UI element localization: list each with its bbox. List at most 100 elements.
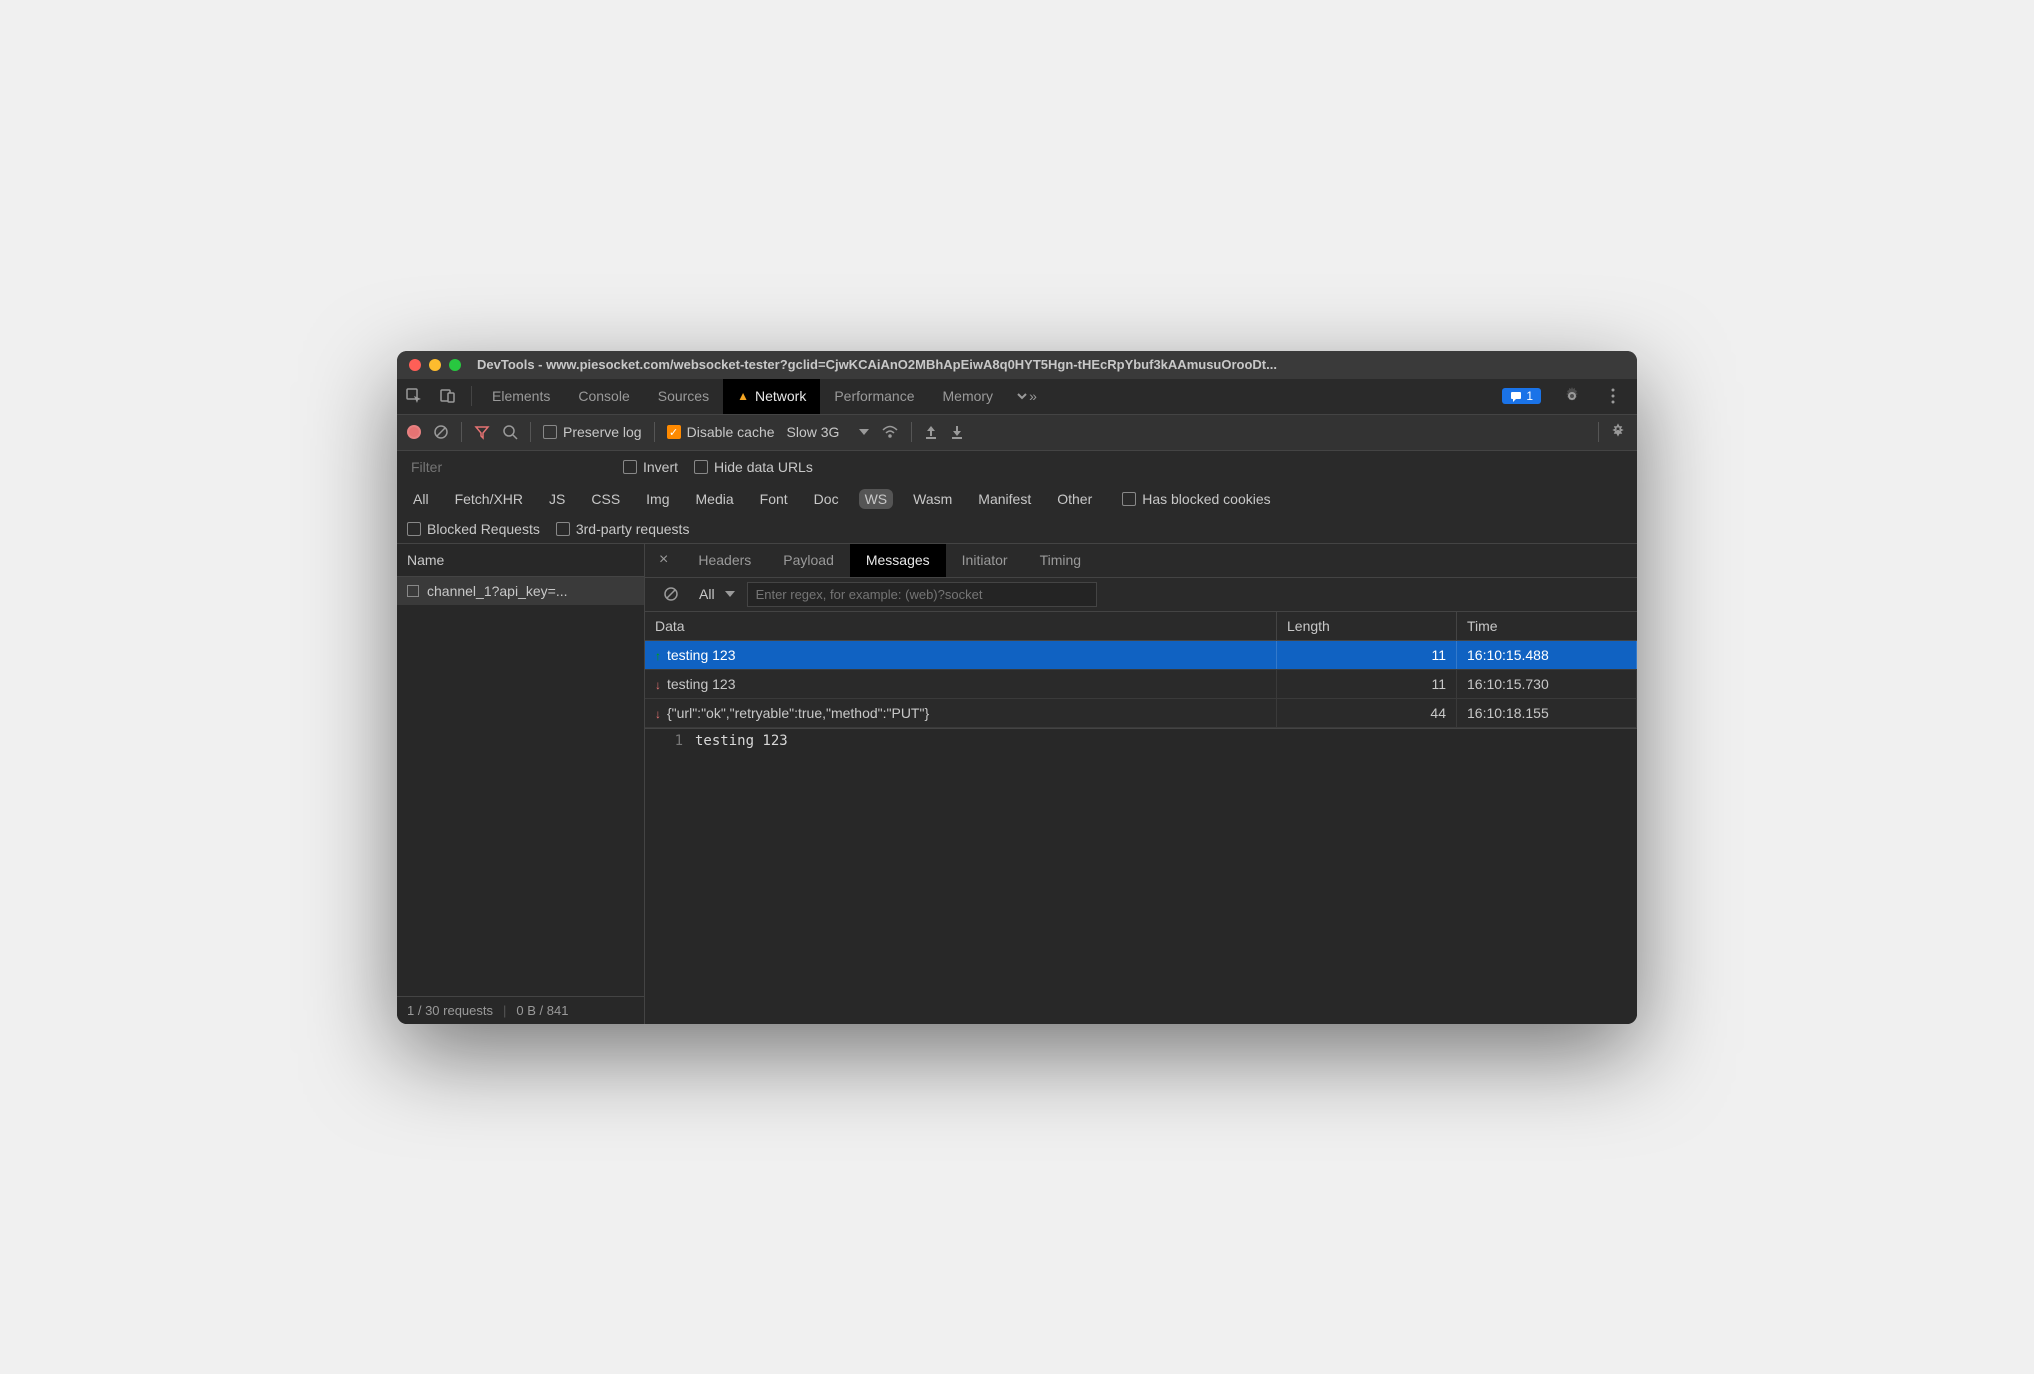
traffic-lights (409, 359, 461, 371)
message-time: 16:10:15.730 (1457, 670, 1637, 698)
wifi-icon[interactable] (881, 415, 899, 450)
request-item[interactable]: channel_1?api_key=... (397, 577, 644, 605)
message-data: {"url":"ok","retryable":true,"method":"P… (667, 705, 929, 721)
message-row[interactable]: ↓ testing 123 1116:10:15.730 (645, 670, 1637, 699)
type-filter-all[interactable]: All (407, 489, 435, 509)
type-filter-img[interactable]: Img (640, 489, 675, 509)
throttling-dropdown[interactable]: Slow 3G (787, 424, 870, 440)
tab-network[interactable]: ▲Network (723, 379, 820, 414)
message-row[interactable]: ↑testing 1231116:10:15.488 (645, 641, 1637, 670)
hide-data-urls-label: Hide data URLs (714, 459, 813, 475)
column-time[interactable]: Time (1457, 612, 1637, 640)
minimize-window-button[interactable] (429, 359, 441, 371)
issues-badge[interactable]: 1 (1502, 388, 1541, 404)
detail-panel: × HeadersPayloadMessagesInitiatorTiming … (645, 544, 1637, 1024)
type-filter-css[interactable]: CSS (585, 489, 626, 509)
message-filter-label: All (699, 586, 715, 602)
transfer-size: 0 B / 841 (516, 1003, 568, 1018)
detail-tab-initiator[interactable]: Initiator (946, 544, 1024, 577)
third-party-requests-checkbox[interactable]: 3rd-party requests (556, 521, 690, 537)
main-tabs-left: ElementsConsoleSources▲NetworkPerformanc… (397, 379, 1045, 414)
preserve-log-checkbox[interactable]: Preserve log (543, 424, 642, 440)
separator (911, 422, 912, 442)
filter-bar: Invert Hide data URLs All Fetch/XHR JS CSS I… (397, 451, 1637, 544)
message-length: 11 (1277, 641, 1457, 669)
tab-elements[interactable]: Elements (478, 379, 564, 414)
more-tabs-icon[interactable]: » (1007, 379, 1045, 414)
maximize-window-button[interactable] (449, 359, 461, 371)
invert-checkbox[interactable]: Invert (623, 459, 678, 475)
clear-log-icon[interactable] (433, 415, 449, 450)
third-party-label: 3rd-party requests (576, 521, 690, 537)
network-settings-gear-icon[interactable] (1609, 423, 1627, 441)
regex-filter-input[interactable] (747, 582, 1097, 607)
disable-cache-checkbox[interactable]: ✓Disable cache (667, 424, 775, 440)
clear-messages-icon[interactable] (655, 578, 687, 611)
type-filter-other[interactable]: Other (1051, 489, 1098, 509)
type-filter-media[interactable]: Media (690, 489, 740, 509)
has-blocked-cookies-checkbox[interactable]: Has blocked cookies (1122, 491, 1270, 507)
type-filter-ws[interactable]: WS (859, 489, 894, 509)
main-tabs: ElementsConsoleSources▲NetworkPerformanc… (397, 379, 1637, 415)
detail-tabs: × HeadersPayloadMessagesInitiatorTiming (645, 544, 1637, 578)
messages-table-header: Data Length Time (645, 612, 1637, 641)
requests-sidebar: Name channel_1?api_key=... 1 / 30 reques… (397, 544, 645, 1024)
type-filter-font[interactable]: Font (754, 489, 794, 509)
upload-har-icon[interactable] (924, 415, 938, 450)
devtools-window: DevTools - www.piesocket.com/websocket-t… (397, 351, 1637, 1024)
chevron-down-icon (859, 429, 869, 435)
tab-sources[interactable]: Sources (644, 379, 723, 414)
tab-performance[interactable]: Performance (820, 379, 928, 414)
detail-tab-timing[interactable]: Timing (1024, 544, 1098, 577)
kebab-menu-icon[interactable] (1603, 388, 1623, 404)
warning-icon: ▲ (737, 389, 749, 403)
preserve-log-label: Preserve log (563, 424, 642, 440)
filter-input[interactable] (407, 457, 607, 477)
type-filter-js[interactable]: JS (543, 489, 571, 509)
separator (471, 386, 472, 406)
direction-down-icon: ↓ (655, 678, 661, 692)
separator (654, 422, 655, 442)
close-window-button[interactable] (409, 359, 421, 371)
message-length: 11 (1277, 670, 1457, 698)
invert-label: Invert (643, 459, 678, 475)
messages-table: Data Length Time ↑testing 1231116:10:15.… (645, 612, 1637, 729)
hide-data-urls-checkbox[interactable]: Hide data URLs (694, 459, 813, 475)
type-filter-fetch-xhr[interactable]: Fetch/XHR (449, 489, 529, 509)
column-data[interactable]: Data (645, 612, 1277, 640)
blocked-requests-label: Blocked Requests (427, 521, 540, 537)
messages-rows: ↑testing 1231116:10:15.488 ↓ testing 123 11… (645, 641, 1637, 728)
type-filter-manifest[interactable]: Manifest (972, 489, 1037, 509)
disable-cache-label: Disable cache (687, 424, 775, 440)
tab-memory[interactable]: Memory (929, 379, 1008, 414)
inspect-element-icon[interactable] (397, 379, 431, 414)
detail-tab-payload[interactable]: Payload (767, 544, 850, 577)
type-filter-doc[interactable]: Doc (808, 489, 845, 509)
message-time: 16:10:18.155 (1457, 699, 1637, 727)
download-har-icon[interactable] (950, 415, 964, 450)
preview-line: 1 testing 123 (645, 733, 1637, 749)
message-length: 44 (1277, 699, 1457, 727)
search-icon[interactable] (502, 415, 518, 450)
column-length[interactable]: Length (1277, 612, 1457, 640)
type-filter-wasm[interactable]: Wasm (907, 489, 958, 509)
message-row[interactable]: ↓{"url":"ok","retryable":true,"method":"… (645, 699, 1637, 728)
issues-count: 1 (1526, 389, 1533, 403)
detail-tab-messages[interactable]: Messages (850, 544, 946, 577)
messages-toolbar: All (645, 578, 1637, 612)
device-toolbar-icon[interactable] (431, 379, 465, 414)
message-data: testing 123 (667, 676, 736, 692)
blocked-requests-checkbox[interactable]: Blocked Requests (407, 521, 540, 537)
sidebar-footer: 1 / 30 requests | 0 B / 841 (397, 996, 644, 1024)
network-toolbar: Preserve log ✓Disable cache Slow 3G (397, 415, 1637, 451)
gear-icon[interactable] (1555, 387, 1589, 405)
separator (530, 422, 531, 442)
separator (461, 422, 462, 442)
requests-list: channel_1?api_key=... (397, 577, 644, 996)
close-detail-icon[interactable]: × (645, 551, 682, 569)
tab-console[interactable]: Console (564, 379, 643, 414)
detail-tab-headers[interactable]: Headers (682, 544, 767, 577)
message-direction-filter[interactable]: All (699, 586, 735, 602)
record-button[interactable] (407, 425, 421, 439)
filter-icon[interactable] (474, 415, 490, 450)
